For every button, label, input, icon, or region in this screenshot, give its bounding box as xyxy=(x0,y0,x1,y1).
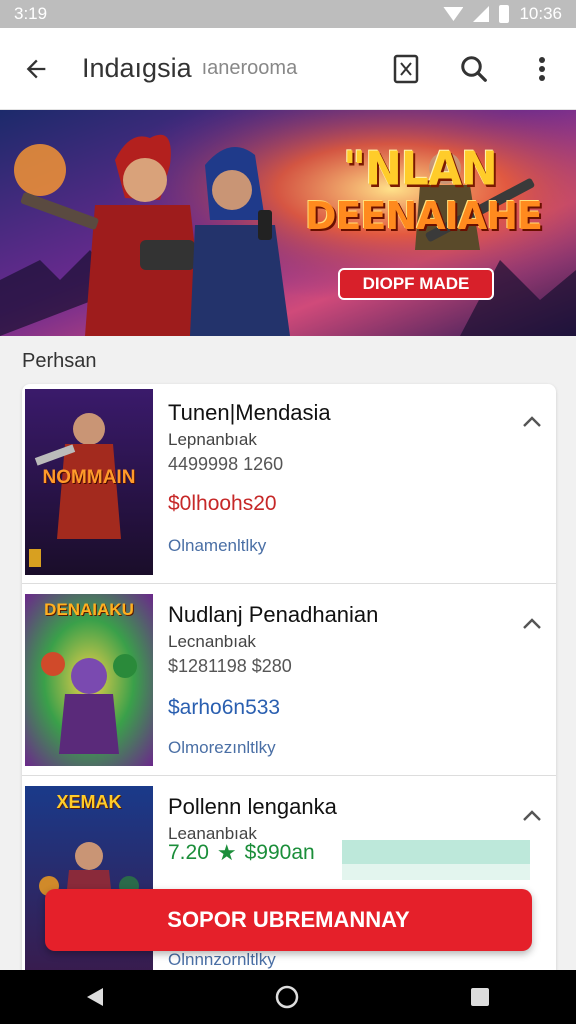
game-link[interactable]: Olnamenltlky xyxy=(168,536,266,556)
more-vert-icon xyxy=(539,56,545,81)
back-button[interactable] xyxy=(0,28,72,110)
game-developer: Lecnanbıak xyxy=(168,632,256,651)
list-item[interactable]: NOMMAIN Tunen|Mendasia Lepnanbıak 449999… xyxy=(22,384,556,584)
battery-icon xyxy=(499,5,510,23)
game-price: $0lhoohs20 xyxy=(168,492,277,515)
game-price: $arho6n533 xyxy=(168,696,281,719)
game-link[interactable]: Olmorezınltlky xyxy=(168,738,276,758)
game-meta: 4499998 1260 xyxy=(168,454,284,474)
game-title: Nudlanj Penadhanian xyxy=(168,602,379,627)
back-arrow-icon xyxy=(26,59,46,78)
game-meta: $1281198 $280 xyxy=(168,656,292,676)
primary-action-button[interactable]: SOPOR UBREMANNAY xyxy=(45,889,532,951)
status-time: 3:19 xyxy=(14,4,48,23)
chevron-up-icon[interactable] xyxy=(522,808,542,822)
game-cover-title: DENAIAKU xyxy=(44,600,134,619)
section-title: Perhsan xyxy=(22,350,97,372)
game-cover: NOMMAIN xyxy=(25,389,153,575)
page-title: Indaıgsia xyxy=(82,53,192,83)
banner-badge: DIOPF MADE xyxy=(338,268,494,300)
list-item[interactable]: XEMAK Pollenn lenganka Leananbıak 7.20 ★… xyxy=(22,778,556,984)
nav-home-icon[interactable] xyxy=(274,984,300,1010)
game-rating-value: $990an xyxy=(244,841,315,864)
game-title: Tunen|Mendasia xyxy=(168,400,331,425)
game-rating: 7.20 xyxy=(168,841,209,864)
rating-highlight-shadow xyxy=(342,864,530,880)
game-title: Pollenn lenganka xyxy=(168,794,337,819)
list-item[interactable]: DENAIAKU Nudlanj Penadhanian Lecnanbıak … xyxy=(22,586,556,776)
game-cover-art xyxy=(25,786,153,984)
star-icon: ★ xyxy=(216,840,237,865)
game-cover: DENAIAKU xyxy=(25,594,153,766)
banner-headline-2: DEENAIAHE xyxy=(305,194,543,238)
wifi-icon xyxy=(443,7,464,21)
app-bar: Indaıgsia ıanerooma xyxy=(0,28,576,110)
rating-highlight xyxy=(342,840,530,864)
chevron-up-icon[interactable] xyxy=(522,616,542,630)
nav-back-icon[interactable] xyxy=(85,986,105,1008)
game-cover-title: NOMMAIN xyxy=(42,467,136,488)
status-clock: 10:36 xyxy=(519,4,562,23)
game-cover-title: XEMAK xyxy=(56,792,122,812)
game-developer: Lepnanbıak xyxy=(168,430,257,449)
game-cover: XEMAK xyxy=(25,786,153,984)
featured-banner[interactable]: "NLAN DEENAIAHE DIOPF MADE xyxy=(0,110,576,336)
more-options-button[interactable] xyxy=(508,28,576,110)
bookmark-button[interactable] xyxy=(372,28,440,110)
nav-recents-icon[interactable] xyxy=(469,986,491,1008)
search-button[interactable] xyxy=(440,28,508,110)
system-nav-bar xyxy=(0,970,576,1024)
chevron-up-icon[interactable] xyxy=(522,414,542,428)
status-bar: 3:19 10:36 xyxy=(0,0,576,28)
game-rating-row: 7.20 ★ $990an xyxy=(168,840,315,866)
page-subtitle: ıanerooma xyxy=(201,57,298,79)
banner-headline-1: "NLAN xyxy=(343,142,498,197)
search-icon xyxy=(461,55,487,82)
game-link[interactable]: Olnnnzornltlky xyxy=(168,950,276,970)
bookmark-icon xyxy=(393,54,419,83)
signal-icon xyxy=(473,6,490,22)
